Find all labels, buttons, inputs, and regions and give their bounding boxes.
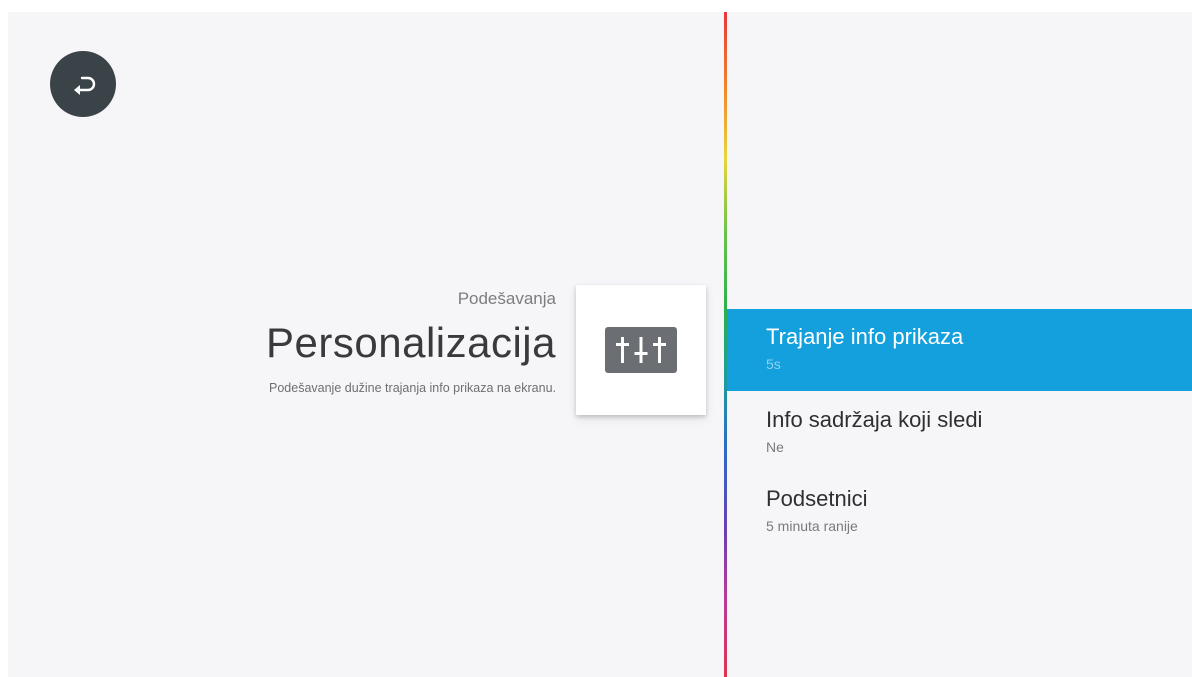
option-title: Info sadržaja koji sledi	[766, 407, 983, 432]
back-arrow-icon	[68, 72, 98, 96]
option-value: 5 minuta ranije	[766, 518, 858, 534]
option-reminders[interactable]: Podsetnici 5 minuta ranije	[727, 471, 1192, 553]
back-button[interactable]	[50, 51, 116, 117]
option-value: Ne	[766, 439, 784, 455]
option-title: Podsetnici	[766, 486, 868, 511]
page-title: Personalizacija	[266, 319, 556, 366]
option-info-display-duration[interactable]: Trajanje info prikaza 5s	[727, 309, 1192, 391]
settings-icon-card	[576, 285, 706, 415]
option-value: 5s	[766, 356, 781, 372]
options-list: Trajanje info prikaza 5s Info sadržaja k…	[727, 12, 1192, 677]
equalizer-sliders-icon	[605, 327, 677, 373]
option-title: Trajanje info prikaza	[766, 324, 964, 349]
guidance-header: Podešavanja Personalizacija Podešavanje …	[36, 288, 556, 396]
settings-screen: Podešavanja Personalizacija Podešavanje …	[8, 12, 1192, 677]
page-description: Podešavanje dužine trajanja info prikaza…	[269, 381, 556, 395]
breadcrumb: Podešavanja	[457, 289, 556, 308]
option-next-content-info[interactable]: Info sadržaja koji sledi Ne	[727, 392, 1192, 474]
